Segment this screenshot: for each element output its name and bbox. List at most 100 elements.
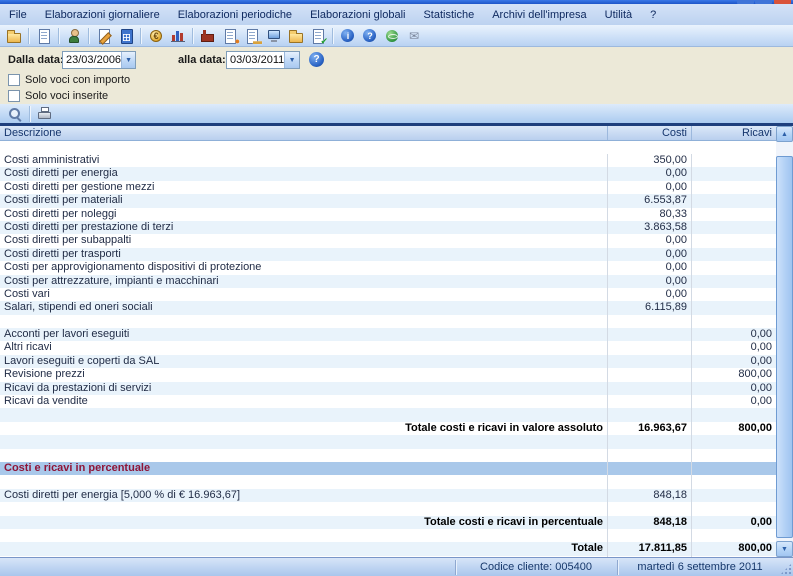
- from-date-label: Dalla data:: [8, 54, 64, 66]
- checkbox-solo-voci-inserite[interactable]: Solo voci inserite: [8, 90, 108, 102]
- document-history-button[interactable]: ●: [220, 26, 240, 45]
- scroll-up-icon[interactable]: ▲: [776, 126, 793, 142]
- application-window: FileElaborazioni giornaliereElaborazioni…: [0, 0, 793, 576]
- yellow-folder-button[interactable]: [286, 26, 306, 45]
- cell-costi: 0,00: [608, 234, 692, 247]
- cell-ricavi: [692, 275, 776, 288]
- chevron-down-icon[interactable]: ▼: [121, 52, 135, 68]
- table-row[interactable]: Costi diretti per subappalti0,00: [0, 234, 776, 247]
- cell-ricavi: 0,00: [692, 516, 776, 529]
- column-header-descrizione[interactable]: Descrizione: [0, 126, 608, 140]
- euro-money-button[interactable]: €: [146, 26, 166, 45]
- monitor-money-icon: [266, 28, 282, 44]
- cell-costi: 16.963,67: [608, 422, 692, 435]
- table-row[interactable]: Acconti per lavori eseguiti 0,00: [0, 328, 776, 341]
- table-row[interactable]: Costi diretti per energia [5,000 % di € …: [0, 489, 776, 502]
- table-row[interactable]: Costi per attrezzature, impianti e macch…: [0, 275, 776, 288]
- table-row[interactable]: Costi per approvigionamento dispositivi …: [0, 261, 776, 274]
- vertical-scrollbar[interactable]: ▲ ▼: [776, 126, 793, 557]
- cell-descrizione: Ricavi da prestazioni di servizi: [0, 382, 608, 395]
- menu-item-elaborazioni-giornaliere[interactable]: Elaborazioni giornaliere: [36, 6, 169, 24]
- resize-grip[interactable]: [780, 563, 792, 575]
- cell-costi: 0,00: [608, 248, 692, 261]
- table-row[interactable]: Costi amministrativi350,00: [0, 154, 776, 167]
- table-row[interactable]: Ricavi da vendite0,00: [0, 395, 776, 408]
- cell-costi: [608, 328, 692, 341]
- cell-costi: [608, 449, 692, 462]
- document-button[interactable]: [34, 26, 54, 45]
- cell-descrizione: Costi per approvigionamento dispositivi …: [0, 261, 608, 274]
- checkbox-solo-voci-con-importo[interactable]: Solo voci con importo: [8, 74, 130, 86]
- cell-ricavi: 0,00: [692, 328, 776, 341]
- factory-button[interactable]: [198, 26, 218, 45]
- menu-item-statistiche[interactable]: Statistiche: [414, 6, 483, 24]
- scrollbar-thumb[interactable]: [776, 156, 793, 538]
- worker-icon: [66, 28, 82, 44]
- cell-descrizione: Costi diretti per energia: [0, 167, 608, 180]
- table-row[interactable]: Ricavi da prestazioni di servizi0,00: [0, 382, 776, 395]
- print-button[interactable]: [35, 104, 55, 123]
- table-row[interactable]: Costi diretti per materiali6.553,87: [0, 194, 776, 207]
- document-history-icon: ●: [222, 28, 238, 44]
- cell-descrizione: [0, 315, 608, 328]
- menu-item-elaborazioni-periodiche[interactable]: Elaborazioni periodiche: [169, 6, 301, 24]
- table-row[interactable]: Costi vari0,00: [0, 288, 776, 301]
- chevron-down-icon[interactable]: ▼: [284, 52, 299, 68]
- cell-ricavi: [692, 462, 776, 475]
- empty-row: [0, 408, 776, 421]
- cell-ricavi: [692, 221, 776, 234]
- menu-item-elaborazioni-globali[interactable]: Elaborazioni globali: [301, 6, 414, 24]
- table-row[interactable]: Lavori eseguiti e coperti da SAL0,00: [0, 355, 776, 368]
- from-date-combobox[interactable]: 23/03/2006 ▼: [62, 51, 136, 69]
- table-row[interactable]: Costi diretti per gestione mezzi0,00: [0, 181, 776, 194]
- cell-descrizione: Costi e ricavi in percentuale: [0, 462, 608, 475]
- cell-ricavi: [692, 234, 776, 247]
- cell-descrizione: Totale costi e ricavi in valore assoluto: [0, 422, 608, 435]
- checkbox-box[interactable]: [8, 90, 20, 102]
- bar-chart-button[interactable]: [168, 26, 188, 45]
- cell-descrizione: [0, 502, 608, 515]
- table-row[interactable]: Salari, stipendi ed oneri sociali6.115,8…: [0, 301, 776, 314]
- search-icon: [7, 106, 23, 122]
- search-button[interactable]: [5, 104, 25, 123]
- cell-descrizione: [0, 449, 608, 462]
- table-row[interactable]: Costi diretti per prestazione di terzi3.…: [0, 221, 776, 234]
- menu-item-file[interactable]: File: [0, 6, 36, 24]
- hand-document-button[interactable]: ▬: [242, 26, 262, 45]
- mail-button[interactable]: ✉: [404, 26, 424, 45]
- scroll-down-icon[interactable]: ▼: [776, 541, 793, 557]
- help-button[interactable]: ?: [360, 26, 380, 45]
- cell-costi: 848,18: [608, 489, 692, 502]
- cell-costi: 0,00: [608, 261, 692, 274]
- approve-check-button[interactable]: ✔: [308, 26, 328, 45]
- cell-costi: 80,33: [608, 208, 692, 221]
- cell-descrizione: Acconti per lavori eseguiti: [0, 328, 608, 341]
- table-row[interactable]: Costi diretti per trasporti0,00: [0, 248, 776, 261]
- checkbox-label: Solo voci con importo: [25, 74, 130, 86]
- to-date-combobox[interactable]: 03/03/2011 ▼: [226, 51, 300, 69]
- worker-button[interactable]: [64, 26, 84, 45]
- checkbox-box[interactable]: [8, 74, 20, 86]
- to-date-value: 03/03/2011: [227, 54, 284, 66]
- menu-item-item[interactable]: ?: [641, 6, 665, 24]
- help-icon: ?: [362, 28, 378, 44]
- table-row[interactable]: Revisione prezzi800,00: [0, 368, 776, 381]
- monitor-money-button[interactable]: [264, 26, 284, 45]
- menu-item-archivi-dell-impresa[interactable]: Archivi dell'impresa: [483, 6, 595, 24]
- open-folder-button[interactable]: [4, 26, 24, 45]
- table-row[interactable]: Costi diretti per noleggi80,33: [0, 208, 776, 221]
- column-header-costi[interactable]: Costi: [608, 126, 692, 140]
- globe-button[interactable]: [382, 26, 402, 45]
- column-header-ricavi[interactable]: Ricavi: [692, 126, 776, 140]
- open-folder-icon: [6, 28, 22, 44]
- status-date-panel: martedì 6 settembre 2011: [620, 560, 780, 575]
- calculator-button[interactable]: [116, 26, 136, 45]
- edit-document-button[interactable]: [94, 26, 114, 45]
- info-button[interactable]: i: [338, 26, 358, 45]
- help-icon[interactable]: ?: [309, 52, 324, 67]
- table-row[interactable]: Altri ricavi0,00: [0, 341, 776, 354]
- cell-ricavi: [692, 449, 776, 462]
- table-row[interactable]: Costi diretti per energia0,00: [0, 167, 776, 180]
- from-date-value: 23/03/2006: [63, 54, 121, 66]
- menu-item-utilit[interactable]: Utilità: [596, 6, 642, 24]
